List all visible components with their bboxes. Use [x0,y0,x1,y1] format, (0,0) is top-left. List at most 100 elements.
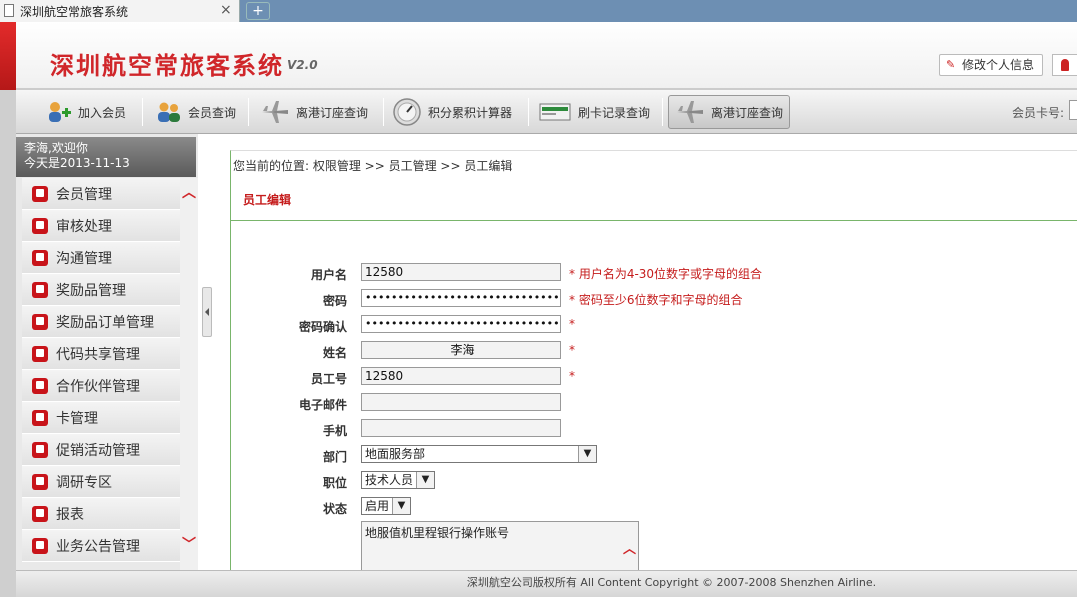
browser-tabstrip: 深圳航空常旅客系统 × + [0,0,1077,22]
header-red-bar [0,22,16,90]
pencil-icon: ✎ [946,58,956,71]
edit-profile-label: 修改个人信息 [962,58,1035,72]
sidebar-item-reports[interactable]: 报表 [22,498,180,530]
sidebar-item-label: 报表 [56,506,84,523]
toolbar-card-records[interactable]: 刷卡记录查询 [538,96,650,128]
toolbar-label: 离港订座查询 [711,105,784,120]
sidebar-item-reward-orders[interactable]: 奖励品订单管理 [22,306,180,338]
email-field[interactable] [361,393,561,411]
sidebar-item-partners[interactable]: 合作伙伴管理 [22,370,180,402]
password-input[interactable]: •••••••••••••••••••••••••••••• [361,289,561,307]
toolbar-label: 会员查询 [188,105,237,120]
toolbar-separator [248,98,249,126]
document-icon [4,4,14,17]
browser-tab[interactable]: 深圳航空常旅客系统 × [0,0,240,22]
sidebar-item-label: 调研专区 [56,474,112,491]
sidebar-item-label: 合作伙伴管理 [56,378,140,395]
user-menu-button[interactable] [1052,54,1077,76]
status-select[interactable]: 启用 ▼ [361,497,411,515]
toolbar-label: 离港订座查询 [296,105,369,120]
main-toolbar: 加入会员 会员查询 离港订座查询 积分累积计算器 刷卡记录查询 离港订座查询 会… [16,90,1077,134]
monitor-icon [32,281,48,298]
gauge-icon [392,97,422,127]
department-value: 地面服务部 [365,447,426,461]
sidebar-item-label: 沟通管理 [56,250,112,267]
confirm-password-label: 密码确认 [298,320,347,334]
remark-textarea[interactable]: 地服值机里程银行操作账号 ︿ [361,521,639,571]
chevron-up-icon[interactable]: ︿ [623,538,636,557]
document-icon [32,537,48,554]
toolbar-separator [142,98,143,126]
card-number-label: 会员卡号: [1012,106,1065,120]
toolbar-add-member[interactable]: 加入会员 [46,96,126,128]
user-icon [1061,59,1069,71]
card-number-input[interactable] [1069,100,1077,120]
sidebar-scroll: ︿ ﹀ [180,178,198,570]
chevron-down-icon[interactable]: ﹀ [182,538,196,552]
toolbar-separator [528,98,529,126]
edit-profile-button[interactable]: ✎ 修改个人信息 [939,54,1043,76]
app-version: V2.0 [287,58,318,72]
status-value: 启用 [365,499,390,513]
mobile-field[interactable] [361,419,561,437]
sidebar-item-review[interactable]: 审核处理 [22,210,180,242]
id-card-icon [32,409,48,426]
edit-icon [32,217,48,234]
chevron-down-icon: ▼ [578,446,596,462]
password-hint: * 密码至少6位数字和字母的组合 [569,293,743,307]
airplane-icon [260,99,290,125]
sidebar-item-label: 会员管理 [56,186,112,203]
confirm-password-input[interactable]: •••••••••••••••••••••••••••••• [361,315,561,333]
sidebar-item-label: 奖励品订单管理 [56,314,154,331]
position-label: 职位 [322,476,347,490]
position-value: 技术人员 [365,473,414,487]
sidebar-item-survey[interactable]: 调研专区 [22,466,180,498]
toolbar-departure-booking-active[interactable]: 离港订座查询 [668,95,791,129]
toolbar-separator [383,98,384,126]
toolbar-label: 加入会员 [78,105,127,120]
page-title: 员工编辑 [243,193,292,207]
name-input[interactable]: 李海 [361,341,561,359]
toolbar-member-query[interactable]: 会员查询 [156,96,236,128]
sidebar-item-promotions[interactable]: 促销活动管理 [22,434,180,466]
toolbar-separator [662,98,663,126]
sidebar-collapse-handle[interactable] [202,287,212,337]
confirm-password-hint: * [569,317,575,331]
toolbar-points-calculator[interactable]: 积分累积计算器 [392,96,512,128]
document-icon [32,441,48,458]
username-input[interactable]: 12580 [361,263,561,281]
toolbar-departure-booking[interactable]: 离港订座查询 [260,96,368,128]
position-select[interactable]: 技术人员 ▼ [361,471,435,489]
email-label: 电子邮件 [298,398,347,412]
sidebar-item-cards[interactable]: 卡管理 [22,402,180,434]
document-icon [32,505,48,522]
employee-no-hint: * [569,369,575,383]
sidebar-item-communication[interactable]: 沟通管理 [22,242,180,274]
employee-no-input[interactable]: 12580 [361,367,561,385]
chevron-down-icon: ▼ [392,498,410,514]
app-brand: 深圳航空常旅客系统 [50,52,284,80]
department-label: 部门 [322,450,347,464]
sidebar-item-announcements[interactable]: 业务公告管理 [22,530,180,562]
chevron-up-icon[interactable]: ︿ [182,186,196,200]
close-tab-icon[interactable]: × [220,2,232,18]
password-label: 密码 [322,294,347,308]
group-icon [32,377,48,394]
sidebar-item-label: 促销活动管理 [56,442,140,459]
toolbar-label: 积分累积计算器 [428,105,513,120]
sidebar-item-codeshare[interactable]: 代码共享管理 [22,338,180,370]
tab-title: 深圳航空常旅客系统 [20,5,129,19]
monitor-icon [32,313,48,330]
employee-no-label: 员工号 [310,372,347,386]
main-content: 您当前的位置: 权限管理 >> 员工管理 >> 员工编辑 员工编辑 用户名 12… [230,150,1077,571]
sidebar-item-rewards[interactable]: 奖励品管理 [22,274,180,306]
chevron-down-icon: ▼ [416,472,434,488]
department-select[interactable]: 地面服务部 ▼ [361,445,597,463]
sidebar-item-label: 审核处理 [56,218,112,235]
sidebar-item-member[interactable]: 会员管理 [22,178,180,210]
mobile-label: 手机 [322,424,347,438]
new-tab-button[interactable]: + [246,2,270,20]
username-hint: * 用户名为4-30位数字或字母的组合 [569,267,763,281]
document-icon [32,473,48,490]
copyright-text: 深圳航空公司版权所有 All Content Copyright © 2007-… [466,576,877,589]
